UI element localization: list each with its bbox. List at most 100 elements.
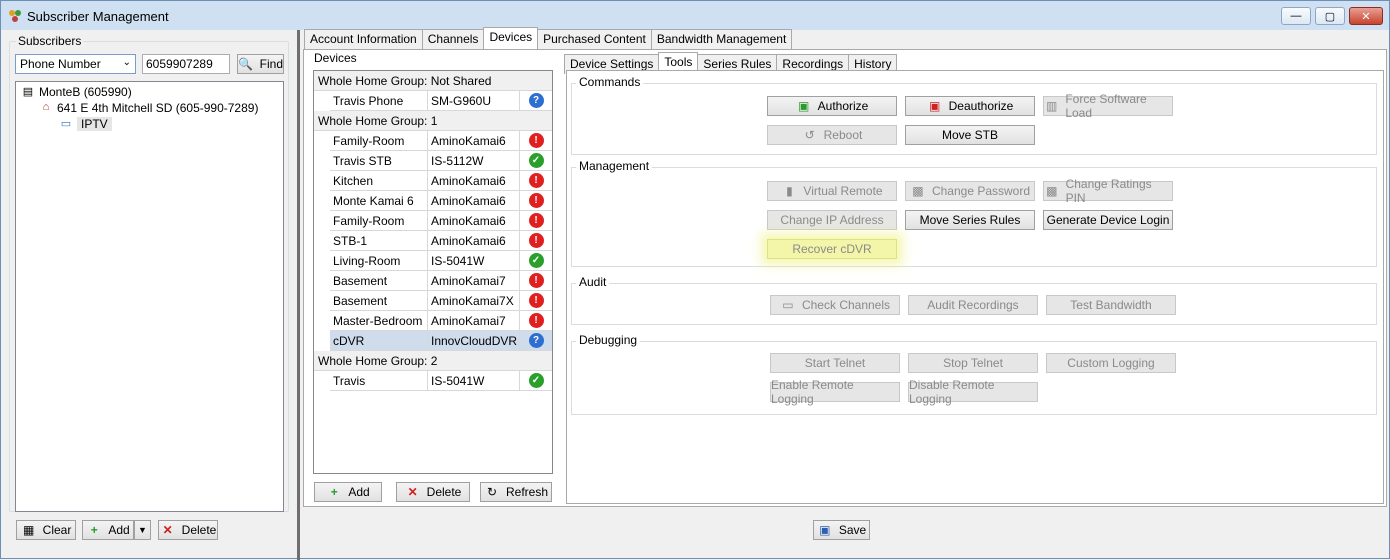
- add-device-button[interactable]: + Add: [314, 482, 382, 502]
- device-name-cell: cDVR: [330, 331, 428, 350]
- clear-button[interactable]: ▦ Clear: [16, 520, 76, 540]
- device-model-cell: AminoKamai6: [428, 131, 520, 150]
- device-name-cell: Family-Room: [330, 211, 428, 230]
- table-row[interactable]: Travis IS-5041W ✓: [330, 371, 552, 391]
- window-title: Subscriber Management: [27, 9, 169, 24]
- search-type-select[interactable]: Phone Number ⌄: [15, 54, 136, 74]
- device-status-cell: ✓: [520, 251, 552, 270]
- device-status-cell: ✓: [520, 151, 552, 170]
- table-row[interactable]: Master-Bedroom AminoKamai7!: [330, 311, 552, 331]
- account-card-icon: ▤: [22, 86, 34, 98]
- subscriber-tree[interactable]: ▤ MonteB (605990) ⌂ 641 E 4th Mitchell S…: [15, 81, 284, 512]
- refresh-devices-button[interactable]: ↻ Refresh: [480, 482, 552, 502]
- status-error-icon: !: [528, 293, 544, 308]
- delete-device-label: Delete: [426, 485, 462, 499]
- force-software-load-label: Force Software Load: [1065, 92, 1147, 120]
- reboot-button[interactable]: ↺ Reboot: [767, 125, 897, 145]
- delete-device-button[interactable]: ✕ Delete: [396, 482, 470, 502]
- change-ip-address-button[interactable]: Change IP Address: [767, 210, 897, 230]
- status-error-icon: !: [528, 193, 544, 208]
- custom-logging-label: Custom Logging: [1067, 356, 1155, 370]
- tab-channels[interactable]: Channels: [421, 29, 485, 49]
- find-button[interactable]: 🔍 Find: [237, 54, 284, 74]
- force-software-load-button[interactable]: ▥ Force Software Load: [1043, 92, 1173, 120]
- table-row[interactable]: Family-Room AminoKamai6!: [330, 211, 552, 231]
- splitter[interactable]: [297, 30, 300, 560]
- table-row[interactable]: Living-Room IS-5041W ✓: [330, 251, 552, 271]
- test-bandwidth-button[interactable]: Test Bandwidth: [1046, 295, 1176, 315]
- device-model-cell: IS-5041W: [428, 371, 520, 390]
- save-button[interactable]: ▣ Save: [813, 520, 870, 540]
- change-ratings-pin-button[interactable]: ▩ Change Ratings PIN: [1043, 177, 1173, 205]
- device-name-cell: Master-Bedroom: [330, 311, 428, 330]
- commands-title: Commands: [576, 75, 644, 89]
- device-status-cell: ?: [520, 331, 552, 350]
- custom-logging-button[interactable]: Custom Logging: [1046, 353, 1176, 373]
- reboot-label: Reboot: [823, 128, 863, 142]
- enable-remote-logging-button[interactable]: Enable Remote Logging: [770, 378, 900, 406]
- device-status-cell: !: [520, 211, 552, 230]
- group-header[interactable]: Whole Home Group: Not Shared: [314, 71, 552, 91]
- maximize-button[interactable]: ▢: [1315, 7, 1345, 25]
- clear-label: Clear: [42, 523, 72, 537]
- device-name-cell: Basement: [330, 271, 428, 290]
- deauthorize-button[interactable]: ▣ Deauthorize: [905, 96, 1035, 116]
- status-unknown-icon: ?: [528, 93, 544, 108]
- group-header[interactable]: Whole Home Group: 2: [314, 351, 552, 371]
- device-status-cell: !: [520, 231, 552, 250]
- close-button[interactable]: ✕: [1349, 7, 1383, 25]
- add-dropdown-button[interactable]: ▼: [134, 520, 151, 540]
- authorize-button[interactable]: ▣ Authorize: [767, 96, 897, 116]
- status-unknown-icon: ?: [528, 333, 544, 348]
- device-model-cell: AminoKamai7: [428, 271, 520, 290]
- recover-cdvr-button[interactable]: Recover cDVR: [767, 239, 897, 259]
- delete-subscriber-button[interactable]: ✕ Delete: [158, 520, 218, 540]
- device-status-cell: !: [520, 191, 552, 210]
- devices-grid[interactable]: Whole Home Group: Not Shared Travis Phone…: [313, 70, 553, 474]
- add-subscriber-button[interactable]: + Add: [82, 520, 134, 540]
- device-model-cell: AminoKamai6: [428, 231, 520, 250]
- device-name-cell: Family-Room: [330, 131, 428, 150]
- tab-devices[interactable]: Devices: [483, 27, 539, 49]
- check-channels-button[interactable]: ▭ Check Channels: [770, 295, 900, 315]
- table-row[interactable]: STB-1 AminoKamai6!: [330, 231, 552, 251]
- table-row[interactable]: Travis STB IS-5112W ✓: [330, 151, 552, 171]
- move-stb-button[interactable]: Move STB: [905, 125, 1035, 145]
- table-row[interactable]: Travis Phone SM-G960U?: [330, 91, 552, 111]
- table-row[interactable]: Monte Kamai 6 AminoKamai6!: [330, 191, 552, 211]
- title-bar: Subscriber Management — ▢ ✕: [1, 1, 1389, 30]
- device-status-cell: ✓: [520, 371, 552, 390]
- table-row[interactable]: cDVR InnovCloudDVR?: [330, 331, 552, 351]
- table-row[interactable]: Family-Room AminoKamai6!: [330, 131, 552, 151]
- reboot-icon: ↺: [804, 128, 815, 142]
- audit-recordings-button[interactable]: Audit Recordings: [908, 295, 1038, 315]
- device-status-cell: !: [520, 171, 552, 190]
- group-header[interactable]: Whole Home Group: 1: [314, 111, 552, 131]
- search-input[interactable]: [142, 54, 230, 74]
- status-error-icon: !: [528, 233, 544, 248]
- virtual-remote-button[interactable]: ▮ Virtual Remote: [767, 181, 897, 201]
- tree-service[interactable]: ▭ IPTV: [58, 117, 112, 131]
- table-row[interactable]: Kitchen AminoKamai6!: [330, 171, 552, 191]
- minimize-button[interactable]: —: [1281, 7, 1311, 25]
- table-row[interactable]: Basement AminoKamai7!: [330, 271, 552, 291]
- delete-label: Delete: [181, 523, 217, 537]
- tab-bandwidth-management[interactable]: Bandwidth Management: [650, 29, 793, 49]
- disable-remote-logging-button[interactable]: Disable Remote Logging: [908, 378, 1038, 406]
- start-telnet-button[interactable]: Start Telnet: [770, 353, 900, 373]
- deauthorize-label: Deauthorize: [948, 99, 1014, 113]
- tab-purchased-content[interactable]: Purchased Content: [537, 29, 652, 49]
- tree-account[interactable]: ▤ MonteB (605990): [20, 85, 132, 99]
- stop-telnet-button[interactable]: Stop Telnet: [908, 353, 1038, 373]
- device-status-cell: !: [520, 271, 552, 290]
- status-ok-icon: ✓: [528, 253, 544, 268]
- move-series-rules-button[interactable]: Move Series Rules: [905, 210, 1035, 230]
- change-password-button[interactable]: ▩ Change Password: [905, 181, 1035, 201]
- table-row[interactable]: Basement AminoKamai7X!: [330, 291, 552, 311]
- generate-device-login-button[interactable]: Generate Device Login: [1043, 210, 1173, 230]
- device-name-cell: Basement: [330, 291, 428, 310]
- tree-address[interactable]: ⌂ 641 E 4th Mitchell SD (605-990-7289): [38, 101, 259, 115]
- management-title: Management: [576, 159, 653, 173]
- tab-account-information[interactable]: Account Information: [304, 29, 423, 49]
- add-device-label: Add: [348, 485, 370, 499]
